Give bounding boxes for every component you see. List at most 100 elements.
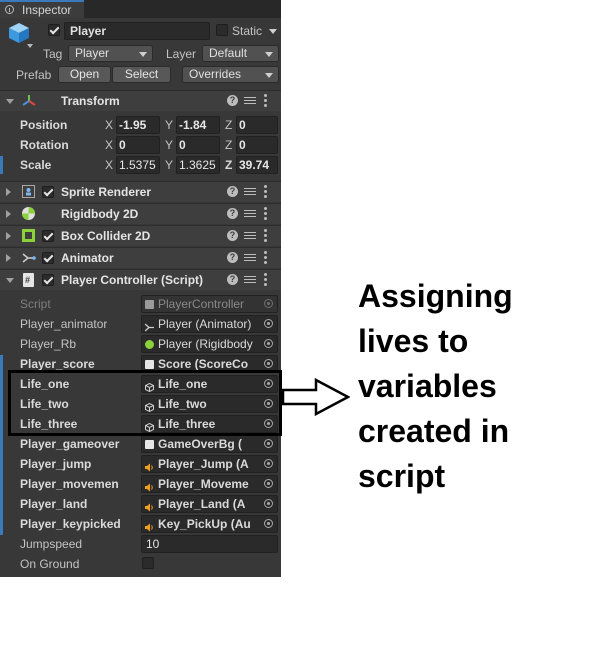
layer-value: Default xyxy=(209,46,248,60)
script-icon: # xyxy=(23,273,34,287)
field-label-player-score: Player_score xyxy=(20,357,95,371)
box-collider-icon xyxy=(22,229,35,242)
box-collider-enabled-checkbox[interactable] xyxy=(42,230,54,242)
scale-z-field[interactable]: 39.74 xyxy=(236,156,278,174)
transform-header[interactable]: Transform ? xyxy=(0,90,281,111)
presets-icon[interactable] xyxy=(244,252,256,263)
prefab-open-button[interactable]: Open xyxy=(58,66,111,83)
menu-kebab-icon[interactable] xyxy=(264,273,267,286)
position-y-field[interactable]: -1.84 xyxy=(176,116,220,134)
menu-kebab-icon[interactable] xyxy=(264,207,267,220)
tab-bar: Inspector xyxy=(0,0,281,18)
annotation-line: script xyxy=(358,458,446,494)
object-picker-icon[interactable] xyxy=(264,359,273,368)
help-icon[interactable]: ? xyxy=(227,95,238,106)
sprite-renderer-title: Sprite Renderer xyxy=(61,185,152,199)
presets-icon[interactable] xyxy=(244,95,256,106)
gameobject-cube-icon xyxy=(8,22,30,44)
object-picker-icon[interactable] xyxy=(264,479,273,488)
fold-closed-icon[interactable] xyxy=(6,188,11,196)
box-collider2d-header[interactable]: Box Collider 2D ? xyxy=(0,225,281,246)
tag-dropdown[interactable]: Player xyxy=(68,45,153,62)
object-picker-icon[interactable] xyxy=(264,339,273,348)
player-movement-field[interactable]: Player_Moveme xyxy=(141,475,278,493)
sprite-renderer-icon xyxy=(22,185,35,198)
jumpspeed-field[interactable]: 10 xyxy=(141,535,278,553)
menu-kebab-icon[interactable] xyxy=(264,229,267,242)
scale-x-field[interactable]: 1.5375 xyxy=(116,156,160,174)
tab-inspector[interactable]: Inspector xyxy=(0,0,84,18)
sprite-renderer-header[interactable]: Sprite Renderer ? xyxy=(0,181,281,202)
presets-icon[interactable] xyxy=(244,274,256,285)
fold-open-icon[interactable] xyxy=(6,99,14,104)
prefab-select-button[interactable]: Select xyxy=(112,66,171,83)
static-checkbox[interactable] xyxy=(216,24,228,36)
rigidbody2d-header[interactable]: Rigidbody 2D ? xyxy=(0,203,281,224)
prefab-overrides-dropdown[interactable]: Overrides xyxy=(182,66,279,83)
field-label-player-keypicked: Player_keypicked xyxy=(20,517,121,531)
player-controller-enabled-checkbox[interactable] xyxy=(42,274,54,286)
position-z-field[interactable]: 0 xyxy=(236,116,278,134)
presets-icon[interactable] xyxy=(244,230,256,241)
player-land-field[interactable]: Player_Land (A xyxy=(141,495,278,513)
object-picker-icon[interactable] xyxy=(264,439,273,448)
menu-kebab-icon[interactable] xyxy=(264,94,267,107)
field-label-script: Script xyxy=(20,297,51,311)
static-label: Static xyxy=(232,24,263,38)
scale-y-field[interactable]: 1.3625 xyxy=(176,156,220,174)
object-picker-icon[interactable] xyxy=(264,499,273,508)
rotation-y-field[interactable]: 0 xyxy=(176,136,220,154)
field-label-player-gameover: Player_gameover xyxy=(20,437,120,451)
axis-x-label: X xyxy=(105,138,114,152)
active-checkbox[interactable] xyxy=(48,24,60,36)
transform-icon xyxy=(22,94,36,108)
help-icon[interactable]: ? xyxy=(227,230,238,241)
player-rb-field[interactable]: Player (Rigidbody xyxy=(141,335,278,353)
presets-icon[interactable] xyxy=(244,186,256,197)
axis-z-label: Z xyxy=(225,138,233,152)
rotation-z-field[interactable]: 0 xyxy=(236,136,278,154)
object-picker-icon[interactable] xyxy=(264,459,273,468)
info-icon xyxy=(5,5,14,14)
animator-enabled-checkbox[interactable] xyxy=(42,252,54,264)
player-keypicked-field[interactable]: Key_PickUp (Au xyxy=(141,515,278,533)
annotation-line: variables xyxy=(358,368,497,404)
modified-indicator xyxy=(0,156,3,174)
position-x-field[interactable]: -1.95 xyxy=(116,116,160,134)
axis-z-label: Z xyxy=(225,118,233,132)
player-jump-field[interactable]: Player_Jump (A xyxy=(141,455,278,473)
axis-x-label: X xyxy=(105,158,114,172)
object-picker-icon[interactable] xyxy=(264,319,273,328)
audio-icon xyxy=(145,500,154,512)
static-dropdown-icon[interactable] xyxy=(269,29,277,34)
fold-closed-icon[interactable] xyxy=(6,232,11,240)
highlight-box xyxy=(8,370,282,436)
help-icon[interactable]: ? xyxy=(227,208,238,219)
on-ground-label: On Ground xyxy=(20,557,80,571)
gameobject-name-field[interactable]: Player xyxy=(64,22,210,40)
on-ground-checkbox[interactable] xyxy=(142,557,154,569)
help-icon[interactable]: ? xyxy=(227,252,238,263)
presets-icon[interactable] xyxy=(244,208,256,219)
annotation-line: created in xyxy=(358,413,510,449)
fold-closed-icon[interactable] xyxy=(6,210,11,218)
fold-open-icon[interactable] xyxy=(6,278,14,283)
annotation-text: Assigning lives to variables created in … xyxy=(358,274,598,499)
sprite-renderer-enabled-checkbox[interactable] xyxy=(42,186,54,198)
fold-closed-icon[interactable] xyxy=(6,254,11,262)
animator-header[interactable]: Animator ? xyxy=(0,247,281,268)
object-picker-icon[interactable] xyxy=(264,519,273,528)
help-icon[interactable]: ? xyxy=(227,186,238,197)
scale-label: Scale xyxy=(20,158,52,172)
player-gameover-field[interactable]: GameOverBg ( xyxy=(141,435,278,453)
help-icon[interactable]: ? xyxy=(227,274,238,285)
axis-x-label: X xyxy=(105,118,114,132)
field-label-player-rb: Player_Rb xyxy=(20,337,77,351)
layer-dropdown[interactable]: Default xyxy=(202,45,279,62)
player-controller-header[interactable]: # Player Controller (Script) ? xyxy=(0,269,281,290)
menu-kebab-icon[interactable] xyxy=(264,251,267,264)
player-animator-field[interactable]: Player (Animator) xyxy=(141,315,278,333)
icon-dropdown-caret-icon[interactable] xyxy=(27,44,33,48)
rotation-x-field[interactable]: 0 xyxy=(116,136,160,154)
menu-kebab-icon[interactable] xyxy=(264,185,267,198)
